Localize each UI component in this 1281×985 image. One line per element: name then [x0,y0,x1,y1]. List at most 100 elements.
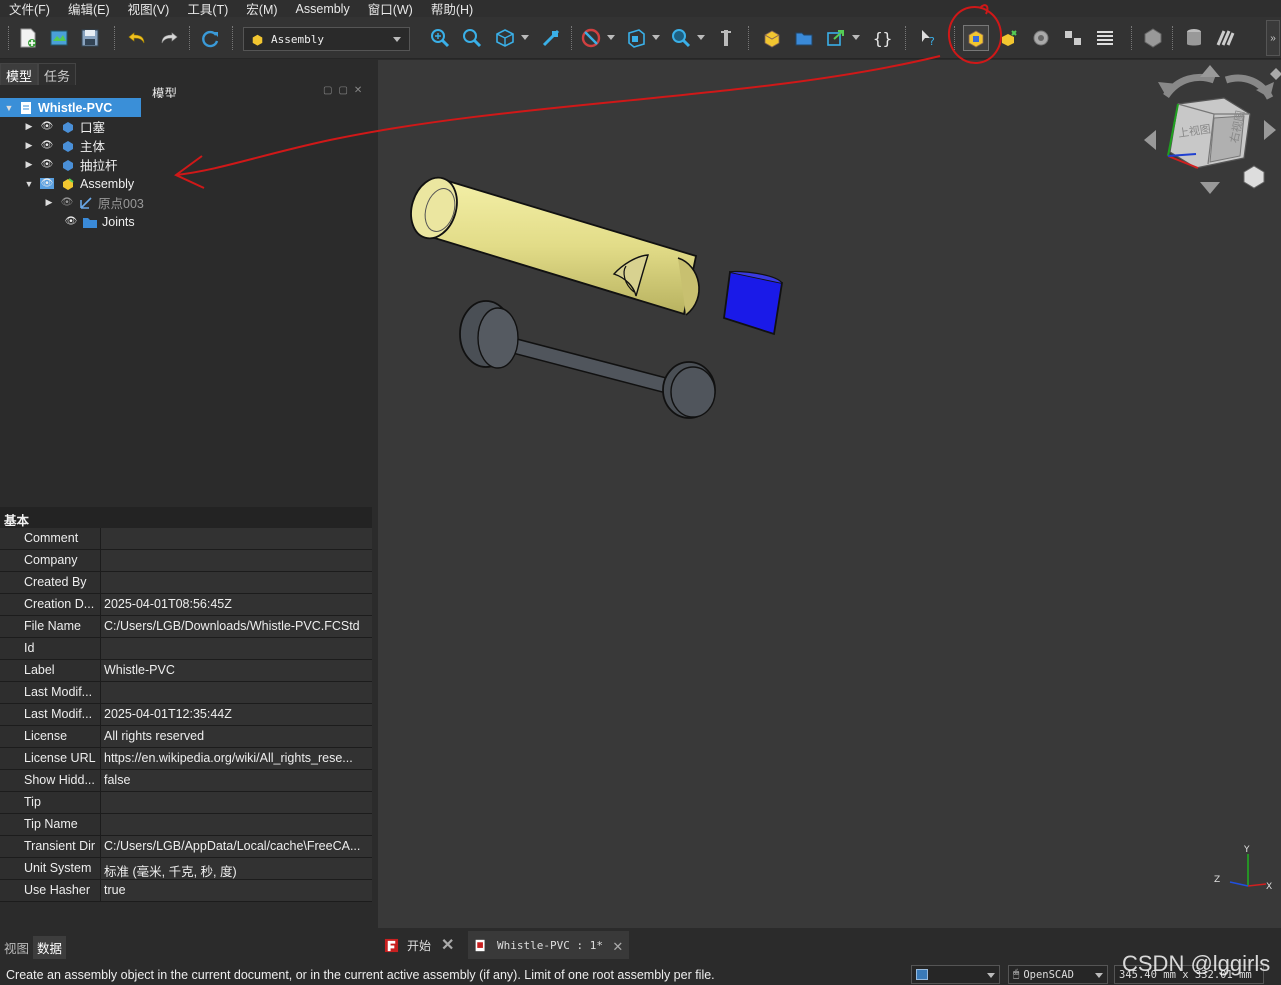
3d-scene[interactable]: 上视图 右视图 Y X Z [378,60,1281,928]
navigation-style-selector[interactable]: 🖱 OpenSCAD [1008,965,1108,984]
bom-button[interactable] [1092,25,1118,51]
property-value[interactable]: C:/Users/LGB/Downloads/Whistle-PVC.FCStd [101,616,372,637]
tab-whistle-document[interactable]: Whistle-PVC : 1* ✕ [468,931,629,959]
nav-left-arrow-icon[interactable] [1144,130,1156,150]
nav-up-arrow-icon[interactable] [1200,65,1220,77]
database-button[interactable] [1181,25,1207,51]
tab-tasks[interactable]: 任务 [38,63,77,85]
fit-selection-button[interactable] [459,25,485,51]
toolbar-grip[interactable] [8,26,11,50]
menu-window[interactable]: 窗口(W) [359,0,422,18]
property-row[interactable]: Label Whistle-PVC [0,660,372,682]
property-row[interactable]: Use Hasher true [0,880,372,902]
property-row[interactable]: Last Modif... 2025-04-01T12:35:44Z [0,704,372,726]
navigation-cube[interactable]: 上视图 右视图 [1144,65,1281,194]
insert-component-button[interactable] [996,25,1022,51]
toolbar-grip[interactable] [189,26,192,50]
variable-set-button[interactable]: {} [869,25,895,51]
property-value[interactable]: 2025-04-01T08:56:45Z [101,594,372,615]
tab-view-properties[interactable]: 视图 [0,936,34,959]
nav-roll-icon[interactable] [1270,68,1281,80]
property-value[interactable] [101,638,372,659]
toolbar-grip[interactable] [571,26,574,50]
property-value[interactable] [101,814,372,835]
draw-style-status[interactable] [911,965,1000,984]
solve-assembly-button[interactable] [1028,25,1054,51]
property-value[interactable] [101,550,372,571]
measure-button[interactable] [538,25,564,51]
property-value[interactable]: Whistle-PVC [101,660,372,681]
property-row[interactable]: Creation D... 2025-04-01T08:56:45Z [0,594,372,616]
tree-item-assembly[interactable]: ▼ 👁 Assembly [24,174,166,193]
property-value[interactable]: https://en.wikipedia.org/wiki/All_rights… [101,748,372,769]
plug-part[interactable] [723,270,784,336]
menu-file[interactable]: 文件(F) [0,0,59,18]
expand-arrow-icon[interactable]: ▶ [44,197,54,208]
expand-arrow-icon[interactable]: ▶ [24,121,34,132]
property-row[interactable]: Created By [0,572,372,594]
toolbar-grip[interactable] [1172,26,1175,50]
link-button[interactable] [823,25,849,51]
property-value[interactable]: All rights reserved [101,726,372,747]
property-value[interactable] [101,528,372,549]
eye-icon[interactable]: 👁 [40,121,54,132]
open-button[interactable] [46,25,72,51]
3d-viewport[interactable]: 上视图 右视图 Y X Z [378,60,1281,928]
bounding-box-button[interactable] [623,25,649,51]
tree-item-joints[interactable]: 👁 Joints [64,212,135,231]
eye-icon[interactable]: 👁 [64,216,78,227]
zoom-button[interactable] [668,25,694,51]
eye-icon[interactable]: 👁 [40,178,54,189]
refresh-button[interactable] [197,25,223,51]
view-menu-cube-icon[interactable] [1243,165,1265,189]
toolbar-grip[interactable] [232,26,235,50]
tree-item-pull-rod[interactable]: ▶ 👁 抽拉杆 [24,155,118,174]
expand-arrow-icon[interactable]: ▶ [24,140,34,151]
property-row[interactable]: Tip Name [0,814,372,836]
property-row[interactable]: Comment [0,528,372,550]
property-row[interactable]: Company [0,550,372,572]
link-dropdown[interactable] [852,35,860,40]
undo-button[interactable] [124,25,150,51]
tab-data-properties[interactable]: 数据 [33,936,67,959]
close-icon[interactable]: ✕ [613,936,623,955]
draw-style-dropdown[interactable] [607,35,615,40]
tab-model[interactable]: 模型 [0,63,39,85]
tree-window-controls[interactable]: ▢▢✕ [323,85,368,96]
property-row[interactable]: Tip [0,792,372,814]
eye-icon[interactable]: 👁 [40,140,54,151]
draw-style-button[interactable] [578,25,604,51]
menu-view[interactable]: 视图(V) [119,0,179,18]
new-document-button[interactable] [15,25,41,51]
clipping-button[interactable] [713,25,739,51]
save-button[interactable] [77,25,103,51]
property-value[interactable]: true [101,880,372,901]
pull-rod-part[interactable] [459,300,716,419]
menu-assembly[interactable]: Assembly [287,2,359,16]
tree-item-main-body[interactable]: ▶ 👁 主体 [24,136,105,155]
nav-down-arrow-icon[interactable] [1200,182,1220,194]
eye-icon[interactable]: 👁 [40,159,54,170]
zoom-dropdown[interactable] [697,35,705,40]
property-row[interactable]: Unit System 标准 (毫米, 千克, 秒, 度) [0,858,372,880]
property-row[interactable]: License All rights reserved [0,726,372,748]
pipes-button[interactable] [1212,25,1238,51]
close-icon[interactable]: ✕ [441,935,454,955]
expand-arrow-icon[interactable]: ▼ [24,179,34,189]
property-value[interactable] [101,572,372,593]
explode-button[interactable] [1060,25,1086,51]
whats-this-button[interactable]: ? [915,25,941,51]
eye-hidden-icon[interactable]: 👁 [60,197,74,208]
property-row[interactable]: File Name C:/Users/LGB/Downloads/Whistle-… [0,616,372,638]
toolbar-grip[interactable] [114,26,117,50]
menu-help[interactable]: 帮助(H) [422,0,482,18]
property-value[interactable]: 标准 (毫米, 千克, 秒, 度) [101,858,372,879]
expand-arrow-icon[interactable]: ▶ [24,159,34,170]
nav-right-arrow-icon[interactable] [1264,120,1276,140]
bounding-box-dropdown[interactable] [652,35,660,40]
toolbar-grip[interactable] [954,26,957,50]
property-value[interactable]: 2025-04-01T12:35:44Z [101,704,372,725]
std-views-dropdown[interactable] [521,35,529,40]
whistle-main-body-part[interactable] [404,172,700,316]
menu-tools[interactable]: 工具(T) [178,0,237,18]
